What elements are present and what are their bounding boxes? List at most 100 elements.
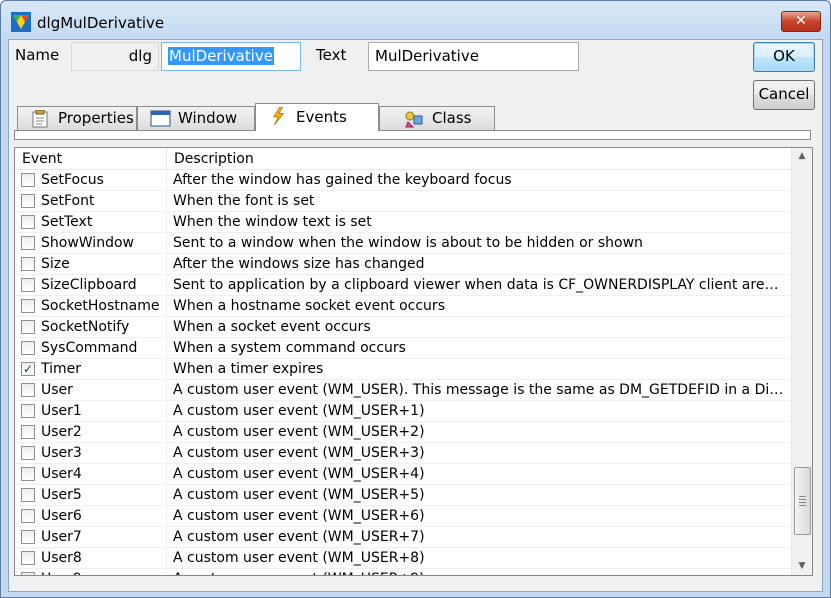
- event-checkbox[interactable]: [21, 383, 35, 397]
- event-name: User7: [41, 529, 82, 545]
- window-title: dlgMulDerivative: [37, 14, 165, 32]
- table-row[interactable]: SetFont When the font is set: [15, 191, 791, 212]
- tab-events[interactable]: Events: [255, 103, 379, 131]
- event-checkbox[interactable]: [21, 551, 35, 565]
- event-description: When a system command occurs: [173, 340, 406, 356]
- event-description: A custom user event (WM_USER+5): [173, 487, 425, 503]
- event-description: After the window has gained the keyboard…: [173, 172, 512, 188]
- event-description: A custom user event (WM_USER+9): [173, 569, 787, 575]
- event-checkbox[interactable]: [21, 299, 35, 313]
- table-row[interactable]: User A custom user event (WM_USER). This …: [15, 380, 791, 401]
- event-description: A custom user event (WM_USER). This mess…: [173, 382, 787, 398]
- table-row[interactable]: User8 A custom user event (WM_USER+8): [15, 548, 791, 569]
- scroll-down-arrow[interactable]: ▼: [792, 558, 812, 575]
- column-divider: [166, 170, 167, 191]
- name-input-selected-text: MulDerivative: [168, 47, 274, 65]
- name-input[interactable]: MulDerivative: [161, 42, 301, 71]
- event-description: After the windows size has changed: [173, 256, 425, 272]
- ok-button[interactable]: OK: [753, 42, 815, 72]
- event-name: Size: [41, 256, 70, 272]
- text-input[interactable]: MulDerivative: [368, 42, 579, 71]
- event-name: User3: [41, 445, 82, 461]
- table-row[interactable]: Size After the windows size has changed: [15, 254, 791, 275]
- tab-class[interactable]: Class: [379, 106, 495, 130]
- event-checkbox[interactable]: [21, 488, 35, 502]
- class-icon: [405, 111, 423, 128]
- column-divider: [166, 296, 167, 317]
- table-row[interactable]: User5 A custom user event (WM_USER+5): [15, 485, 791, 506]
- table-row[interactable]: SetFocus After the window has gained the …: [15, 170, 791, 191]
- column-divider: [166, 401, 167, 422]
- table-row[interactable]: User4 A custom user event (WM_USER+4): [15, 464, 791, 485]
- event-checkbox[interactable]: [21, 278, 35, 292]
- event-checkbox[interactable]: [21, 194, 35, 208]
- table-row[interactable]: SysCommand When a system command occurs: [15, 338, 791, 359]
- event-checkbox-checked[interactable]: ✓: [21, 362, 35, 376]
- table-row[interactable]: User6 A custom user event (WM_USER+6): [15, 506, 791, 527]
- event-checkbox[interactable]: [21, 572, 35, 575]
- event-checkbox[interactable]: [21, 257, 35, 271]
- table-row[interactable]: User2 A custom user event (WM_USER+2): [15, 422, 791, 443]
- column-header-description[interactable]: Description: [167, 148, 767, 170]
- app-icon: [11, 12, 31, 32]
- column-divider: [166, 359, 167, 380]
- text-input-value: MulDerivative: [375, 47, 479, 65]
- event-checkbox[interactable]: [21, 425, 35, 439]
- table-row[interactable]: SetText When the window text is set: [15, 212, 791, 233]
- tab-properties[interactable]: Properties: [17, 106, 137, 130]
- table-row[interactable]: ShowWindow Sent to a window when the wind…: [15, 233, 791, 254]
- tab-window-label: Window: [178, 109, 238, 127]
- tab-events-label: Events: [296, 108, 347, 126]
- event-checkbox[interactable]: [21, 509, 35, 523]
- column-divider: [166, 233, 167, 254]
- table-row[interactable]: SocketNotify When a socket event occurs: [15, 317, 791, 338]
- column-divider: [166, 191, 167, 212]
- event-name: User1: [41, 403, 82, 419]
- close-button[interactable]: ✕: [781, 11, 821, 32]
- tab-window[interactable]: Window: [137, 106, 255, 130]
- event-checkbox[interactable]: [21, 446, 35, 460]
- table-row[interactable]: ✓ Timer When a timer expires: [15, 359, 791, 380]
- event-name: SocketHostname: [41, 298, 160, 314]
- event-name: SetFocus: [41, 172, 104, 188]
- event-name: ShowWindow: [41, 235, 134, 251]
- table-row[interactable]: User3 A custom user event (WM_USER+3): [15, 443, 791, 464]
- scroll-up-arrow[interactable]: ▲: [792, 148, 812, 165]
- event-checkbox[interactable]: [21, 467, 35, 481]
- table-row[interactable]: User1 A custom user event (WM_USER+1): [15, 401, 791, 422]
- event-description: Sent to a window when the window is abou…: [173, 235, 643, 251]
- table-row[interactable]: SocketHostname When a hostname socket eve…: [15, 296, 791, 317]
- event-checkbox[interactable]: [21, 215, 35, 229]
- tab-class-label: Class: [432, 109, 472, 127]
- event-checkbox[interactable]: [21, 341, 35, 355]
- events-list[interactable]: Event Description SetFocus After the wind…: [14, 147, 813, 576]
- thumb-grip: [799, 505, 806, 507]
- column-divider: [166, 464, 167, 485]
- text-label: Text: [316, 46, 347, 64]
- column-header-event[interactable]: Event: [15, 148, 166, 170]
- table-row[interactable]: User9 A custom user event (WM_USER+9): [15, 569, 791, 575]
- event-checkbox[interactable]: [21, 530, 35, 544]
- tab-properties-label: Properties: [58, 109, 134, 127]
- name-prefix: dlg: [128, 47, 152, 65]
- cancel-button[interactable]: Cancel: [753, 80, 815, 110]
- column-divider: [166, 338, 167, 359]
- event-checkbox[interactable]: [21, 320, 35, 334]
- title-bar[interactable]: dlgMulDerivative ✕: [1, 1, 830, 39]
- column-divider: [166, 275, 167, 296]
- column-divider: [166, 443, 167, 464]
- scroll-thumb[interactable]: [794, 467, 811, 536]
- event-name: SizeClipboard: [41, 277, 137, 293]
- column-divider: [166, 485, 167, 506]
- table-row[interactable]: User7 A custom user event (WM_USER+7): [15, 527, 791, 548]
- event-checkbox[interactable]: [21, 173, 35, 187]
- column-divider: [166, 212, 167, 233]
- event-description: When a hostname socket event occurs: [173, 298, 445, 314]
- column-divider: [166, 422, 167, 443]
- event-checkbox[interactable]: [21, 404, 35, 418]
- event-description: When the font is set: [173, 193, 315, 209]
- event-checkbox[interactable]: [21, 236, 35, 250]
- table-row[interactable]: SizeClipboard Sent to application by a cl…: [15, 275, 791, 296]
- vertical-scrollbar[interactable]: ▲ ▼: [791, 148, 812, 575]
- event-description: When a timer expires: [173, 361, 324, 377]
